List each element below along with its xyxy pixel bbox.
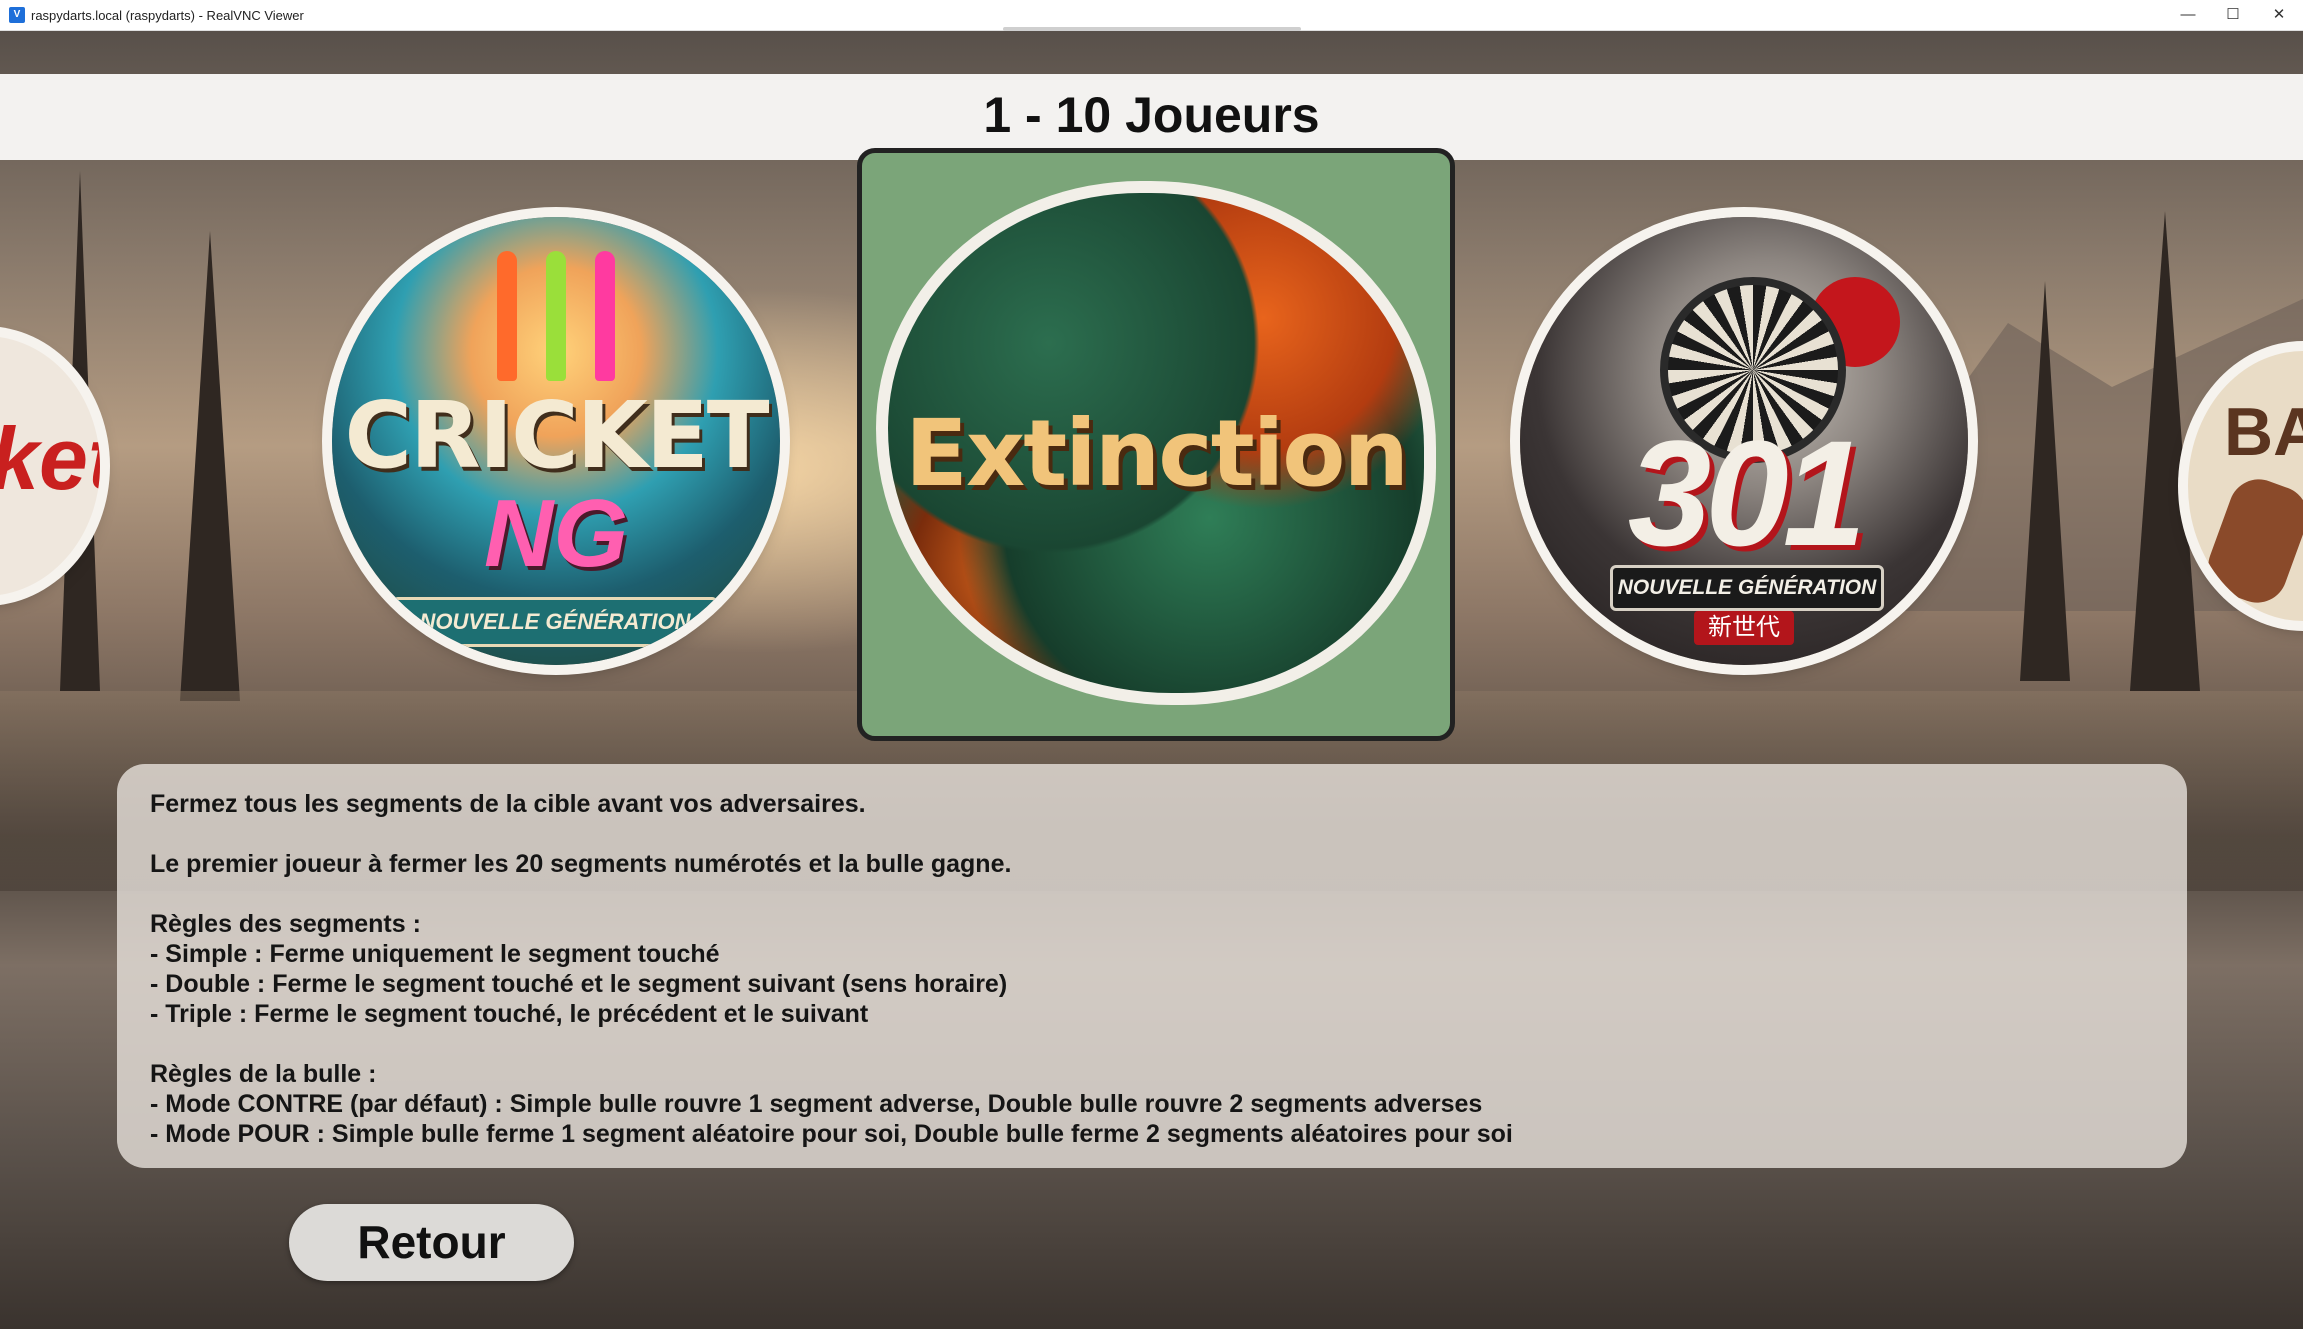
realvnc-icon: V (9, 7, 25, 23)
rules-text: Fermez tous les segments de la cible ava… (150, 789, 1513, 1149)
dart-icon (546, 251, 566, 381)
game-selection-screen: 1 - 10 Joueurs ket CRICKET NG NOUVELLE G… (0, 31, 2303, 1329)
game-card-ribbon: NOUVELLE GÉNÉRATION (392, 597, 718, 647)
window-title: raspydarts.local (raspydarts) - RealVNC … (31, 8, 304, 23)
game-card-ribbon: NOUVELLE GÉNÉRATION (1610, 565, 1884, 611)
game-card-title: Extinction (905, 400, 1409, 507)
rules-spacer (150, 879, 1513, 909)
rules-spacer (150, 1029, 1513, 1059)
dart-icon (595, 251, 615, 381)
rules-line: Fermez tous les segments de la cible ava… (150, 790, 866, 818)
game-card-kanji: 新世代 (1694, 611, 1794, 645)
rules-panel: Fermez tous les segments de la cible ava… (117, 764, 2187, 1168)
close-button[interactable]: ✕ (2256, 0, 2302, 30)
rules-line: Le premier joueur à fermer les 20 segmen… (150, 850, 1012, 878)
rules-line: - Simple : Ferme uniquement le segment t… (150, 940, 720, 968)
rules-line: Règles de la bulle : (150, 1060, 377, 1088)
rules-line: Règles des segments : (150, 910, 421, 938)
dart-icon (497, 251, 517, 381)
game-card-label: ket (0, 409, 100, 508)
game-card-label: BA (2224, 394, 2303, 470)
rules-line: - Triple : Ferme le segment touché, le p… (150, 1000, 869, 1028)
rules-line: - Mode CONTRE (par défaut) : Simple bull… (150, 1090, 1483, 1118)
rules-line: - Mode POUR : Simple bulle ferme 1 segme… (150, 1120, 1513, 1148)
game-card-title: CRICKET (344, 382, 770, 489)
players-count-title: 1 - 10 Joueurs (983, 87, 1320, 143)
game-card-subtitle: NG (484, 480, 628, 587)
rules-spacer (150, 819, 1513, 849)
minimize-button[interactable]: — (2165, 0, 2211, 30)
game-card-cricket-ng[interactable]: CRICKET NG NOUVELLE GÉNÉRATION (332, 217, 780, 665)
game-card-301-ng[interactable]: 301 NOUVELLE GÉNÉRATION 新世代 (1520, 217, 1968, 665)
rules-line: - Double : Ferme le segment touché et le… (150, 970, 1008, 998)
maximize-button[interactable]: ☐ (2210, 0, 2256, 30)
game-card-title: 301 (1627, 409, 1866, 577)
tree-silhouette (180, 231, 240, 701)
window-titlebar: V raspydarts.local (raspydarts) - RealVN… (0, 0, 2303, 31)
game-card-extinction-selected[interactable]: Extinction (857, 148, 1455, 741)
back-button[interactable]: Retour (289, 1204, 574, 1281)
